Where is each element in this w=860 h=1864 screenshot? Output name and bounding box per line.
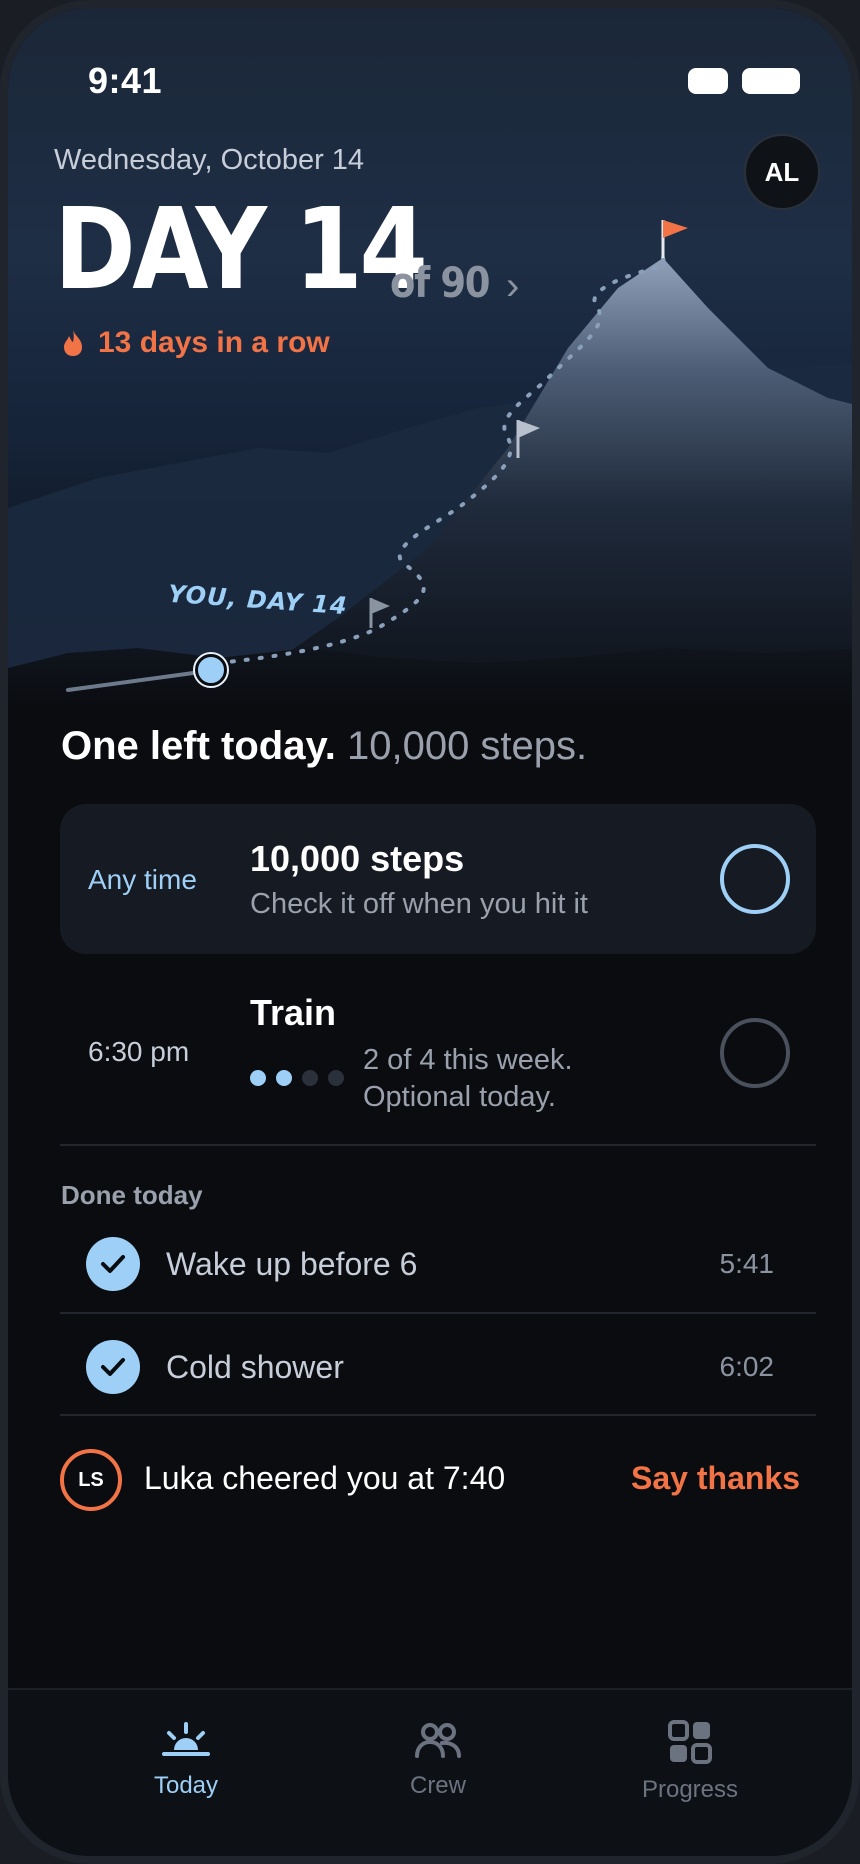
tab-label: Progress [641, 1776, 739, 1803]
task-title: Train [250, 992, 337, 1033]
streak-row: 13 days in a row [62, 326, 330, 360]
people-icon [415, 1723, 461, 1758]
phone-frame: 9:41 Wednesday, October 14 AL DAY 14 of … [0, 0, 860, 1864]
streak-text: 13 days in a row [98, 326, 330, 359]
check-icon[interactable] [86, 1237, 140, 1291]
done-item-title: Wake up before 6 [166, 1246, 418, 1282]
task-title: 10,000 steps [250, 838, 465, 879]
chevron-right-icon[interactable]: › [506, 264, 519, 309]
done-item-title: Cold shower [166, 1349, 344, 1385]
day-total[interactable]: of 90 [390, 258, 490, 307]
done-today-label: Done today [61, 1180, 203, 1210]
say-thanks-button[interactable]: Say thanks [631, 1460, 800, 1497]
status-time: 9:41 [88, 60, 163, 101]
tab-today[interactable]: Today [86, 1720, 286, 1800]
task-subtitle-line2: Optional today. [363, 1081, 556, 1113]
task-subtitle: Check it off when you hit it [250, 888, 588, 920]
battery-icon [742, 68, 800, 94]
profile-avatar[interactable]: AL [744, 134, 820, 210]
flame-icon [64, 330, 82, 356]
divider [60, 1144, 816, 1146]
done-item-time: 6:02 [719, 1351, 775, 1382]
task-subtitle-line1: 2 of 4 this week. [363, 1044, 573, 1076]
headline-primary: One left today. [61, 724, 336, 768]
tab-label: Today [153, 1772, 219, 1799]
progress-dot [250, 1070, 266, 1086]
task-time: Any time [88, 864, 197, 895]
date-line: Wednesday, October 14 [54, 144, 365, 176]
check-icon[interactable] [86, 1340, 140, 1394]
tab-label: Crew [409, 1772, 466, 1799]
tab-progress[interactable]: Progress [590, 1720, 790, 1804]
divider [60, 1312, 816, 1314]
progress-dot [302, 1070, 318, 1086]
progress-dot [276, 1070, 292, 1086]
cheer-avatar: LS [60, 1449, 122, 1511]
progress-dot [328, 1070, 344, 1086]
today-headline: One left today. 10,000 steps. [61, 724, 587, 769]
signal-icon [688, 68, 728, 94]
done-item-time: 5:41 [719, 1248, 775, 1279]
headline-secondary: 10,000 steps. [346, 724, 588, 768]
weekly-progress-dots [250, 1070, 344, 1086]
tab-crew[interactable]: Crew [338, 1720, 538, 1800]
grid-icon [668, 1720, 712, 1764]
task-checkbox[interactable] [720, 1018, 790, 1088]
task-time: 6:30 pm [88, 1036, 190, 1067]
divider [60, 1414, 816, 1416]
day-counter[interactable]: DAY 14 [54, 194, 428, 306]
task-checkbox[interactable] [720, 844, 790, 914]
tab-bar: Today Crew Progress [8, 1688, 852, 1856]
sunrise-icon [162, 1722, 210, 1756]
cheer-text: Luka cheered you at 7:40 [144, 1460, 506, 1496]
